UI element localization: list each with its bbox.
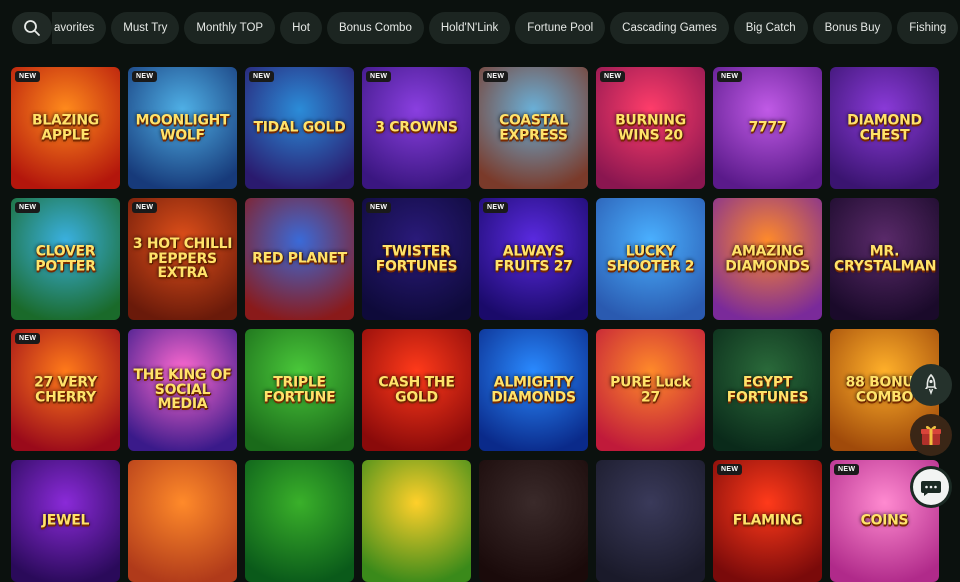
game-tile[interactable]: NEW FLAMING bbox=[713, 460, 822, 582]
game-tile[interactable]: NEW BLAZING APPLE bbox=[11, 67, 120, 189]
game-title: MR. CRYSTALMAN bbox=[834, 243, 937, 274]
search-icon bbox=[24, 20, 40, 36]
rocket-icon bbox=[925, 373, 937, 395]
game-title: COASTAL EXPRESS bbox=[499, 112, 568, 143]
game-title: CLOVER POTTER bbox=[35, 243, 96, 274]
new-badge: NEW bbox=[15, 333, 41, 344]
game-title: RED PLANET bbox=[252, 250, 347, 267]
game-tile[interactable]: AMAZING DIAMONDS bbox=[713, 198, 822, 320]
game-title: MOONLIGHT WOLF bbox=[135, 112, 230, 143]
game-tile[interactable]: LUCKY SHOOTER 2 bbox=[596, 198, 705, 320]
search-button[interactable] bbox=[12, 12, 52, 44]
game-title: ALWAYS FRUITS 27 bbox=[494, 243, 573, 274]
game-title: THE KING OF SOCIAL MEDIA bbox=[133, 366, 232, 413]
new-badge: NEW bbox=[15, 71, 41, 82]
category-chip[interactable]: Must Try bbox=[111, 12, 180, 44]
game-tile[interactable]: NEW ALWAYS FRUITS 27 bbox=[479, 198, 588, 320]
game-title: TRIPLE FORTUNE bbox=[263, 374, 336, 405]
category-bar: avorites Must Try Monthly TOP Hot Bonus Comb… bbox=[0, 0, 960, 56]
category-chip[interactable]: Cascading Games bbox=[610, 12, 729, 44]
game-tile[interactable] bbox=[362, 460, 471, 582]
game-title: 7777 bbox=[748, 119, 787, 136]
game-tile[interactable]: TRIPLE FORTUNE bbox=[245, 329, 354, 451]
gift-icon bbox=[921, 425, 941, 445]
game-tile[interactable]: NEW 7777 bbox=[713, 67, 822, 189]
game-title: LUCKY SHOOTER 2 bbox=[606, 243, 695, 274]
category-chip[interactable]: Hold'N'Link bbox=[428, 12, 511, 44]
games-grid: NEW BLAZING APPLE NEW MOONLIGHT WOLF NEW TIDA… bbox=[11, 67, 939, 582]
category-chip[interactable]: Bonus Buy bbox=[812, 12, 893, 44]
game-tile[interactable]: THE KING OF SOCIAL MEDIA bbox=[128, 329, 237, 451]
game-tile[interactable]: NEW MOONLIGHT WOLF bbox=[128, 67, 237, 189]
new-badge: NEW bbox=[132, 71, 158, 82]
game-title: PURE Luck 27 bbox=[610, 374, 691, 405]
game-title: EGYPT FORTUNES bbox=[726, 374, 809, 405]
game-tile[interactable]: NEW 3 CROWNS bbox=[362, 67, 471, 189]
game-title: JEWEL bbox=[41, 512, 90, 529]
game-title: TWISTER FORTUNES bbox=[375, 243, 458, 274]
chat-icon bbox=[913, 469, 949, 505]
new-badge: NEW bbox=[483, 71, 509, 82]
game-tile[interactable]: NEW 27 VERY CHERRY bbox=[11, 329, 120, 451]
game-tile[interactable]: ALMIGHTY DIAMONDS bbox=[479, 329, 588, 451]
new-badge: NEW bbox=[834, 464, 860, 475]
game-tile[interactable]: NEW TIDAL GOLD bbox=[245, 67, 354, 189]
category-chip[interactable]: Big Catch bbox=[733, 12, 808, 44]
category-chip[interactable]: Monthly TOP bbox=[184, 12, 276, 44]
new-badge: NEW bbox=[249, 71, 275, 82]
game-title: FLAMING bbox=[732, 512, 803, 529]
chat-button[interactable] bbox=[910, 466, 952, 508]
game-title: BURNING WINS 20 bbox=[615, 112, 686, 143]
category-chip[interactable]: Fishing bbox=[897, 12, 959, 44]
new-badge: NEW bbox=[483, 202, 509, 213]
game-title: TIDAL GOLD bbox=[253, 119, 346, 136]
category-chip[interactable]: Bonus Combo bbox=[326, 12, 424, 44]
game-title: 3 CROWNS bbox=[375, 119, 458, 136]
category-chip[interactable]: Hot bbox=[280, 12, 322, 44]
game-title: BLAZING APPLE bbox=[32, 112, 99, 143]
game-tile[interactable] bbox=[479, 460, 588, 582]
game-title: 3 HOT CHILLI PEPPERS EXTRA bbox=[132, 235, 233, 282]
game-tile[interactable]: NEW 3 HOT CHILLI PEPPERS EXTRA bbox=[128, 198, 237, 320]
game-tile[interactable] bbox=[596, 460, 705, 582]
category-chips: avorites Must Try Monthly TOP Hot Bonus Comb… bbox=[52, 12, 960, 44]
game-tile[interactable]: CASH THE GOLD bbox=[362, 329, 471, 451]
new-badge: NEW bbox=[717, 71, 743, 82]
new-badge: NEW bbox=[15, 202, 41, 213]
game-tile[interactable]: JEWEL bbox=[11, 460, 120, 582]
game-tile[interactable]: NEW BURNING WINS 20 bbox=[596, 67, 705, 189]
game-tile[interactable] bbox=[128, 460, 237, 582]
new-badge: NEW bbox=[132, 202, 158, 213]
game-title: COINS bbox=[860, 512, 909, 529]
new-badge: NEW bbox=[366, 202, 392, 213]
game-tile[interactable]: DIAMOND CHEST bbox=[830, 67, 939, 189]
gift-button[interactable] bbox=[910, 414, 952, 456]
new-badge: NEW bbox=[717, 464, 743, 475]
game-title: DIAMOND CHEST bbox=[847, 112, 922, 143]
game-title: ALMIGHTY DIAMONDS bbox=[491, 374, 576, 405]
new-badge: NEW bbox=[600, 71, 626, 82]
category-chip[interactable]: Fortune Pool bbox=[515, 12, 606, 44]
game-title: AMAZING DIAMONDS bbox=[725, 243, 810, 274]
game-tile[interactable]: EGYPT FORTUNES bbox=[713, 329, 822, 451]
game-tile[interactable]: PURE Luck 27 bbox=[596, 329, 705, 451]
game-title: 27 VERY CHERRY bbox=[34, 374, 97, 405]
category-chip[interactable]: avorites bbox=[52, 12, 107, 44]
game-tile[interactable]: NEW TWISTER FORTUNES bbox=[362, 198, 471, 320]
game-tile[interactable]: MR. CRYSTALMAN bbox=[830, 198, 939, 320]
game-tile[interactable] bbox=[245, 460, 354, 582]
game-tile[interactable]: NEW CLOVER POTTER bbox=[11, 198, 120, 320]
rocket-button[interactable] bbox=[910, 364, 952, 406]
new-badge: NEW bbox=[366, 71, 392, 82]
game-tile[interactable]: RED PLANET bbox=[245, 198, 354, 320]
game-tile[interactable]: NEW COASTAL EXPRESS bbox=[479, 67, 588, 189]
game-title: CASH THE GOLD bbox=[378, 374, 455, 405]
